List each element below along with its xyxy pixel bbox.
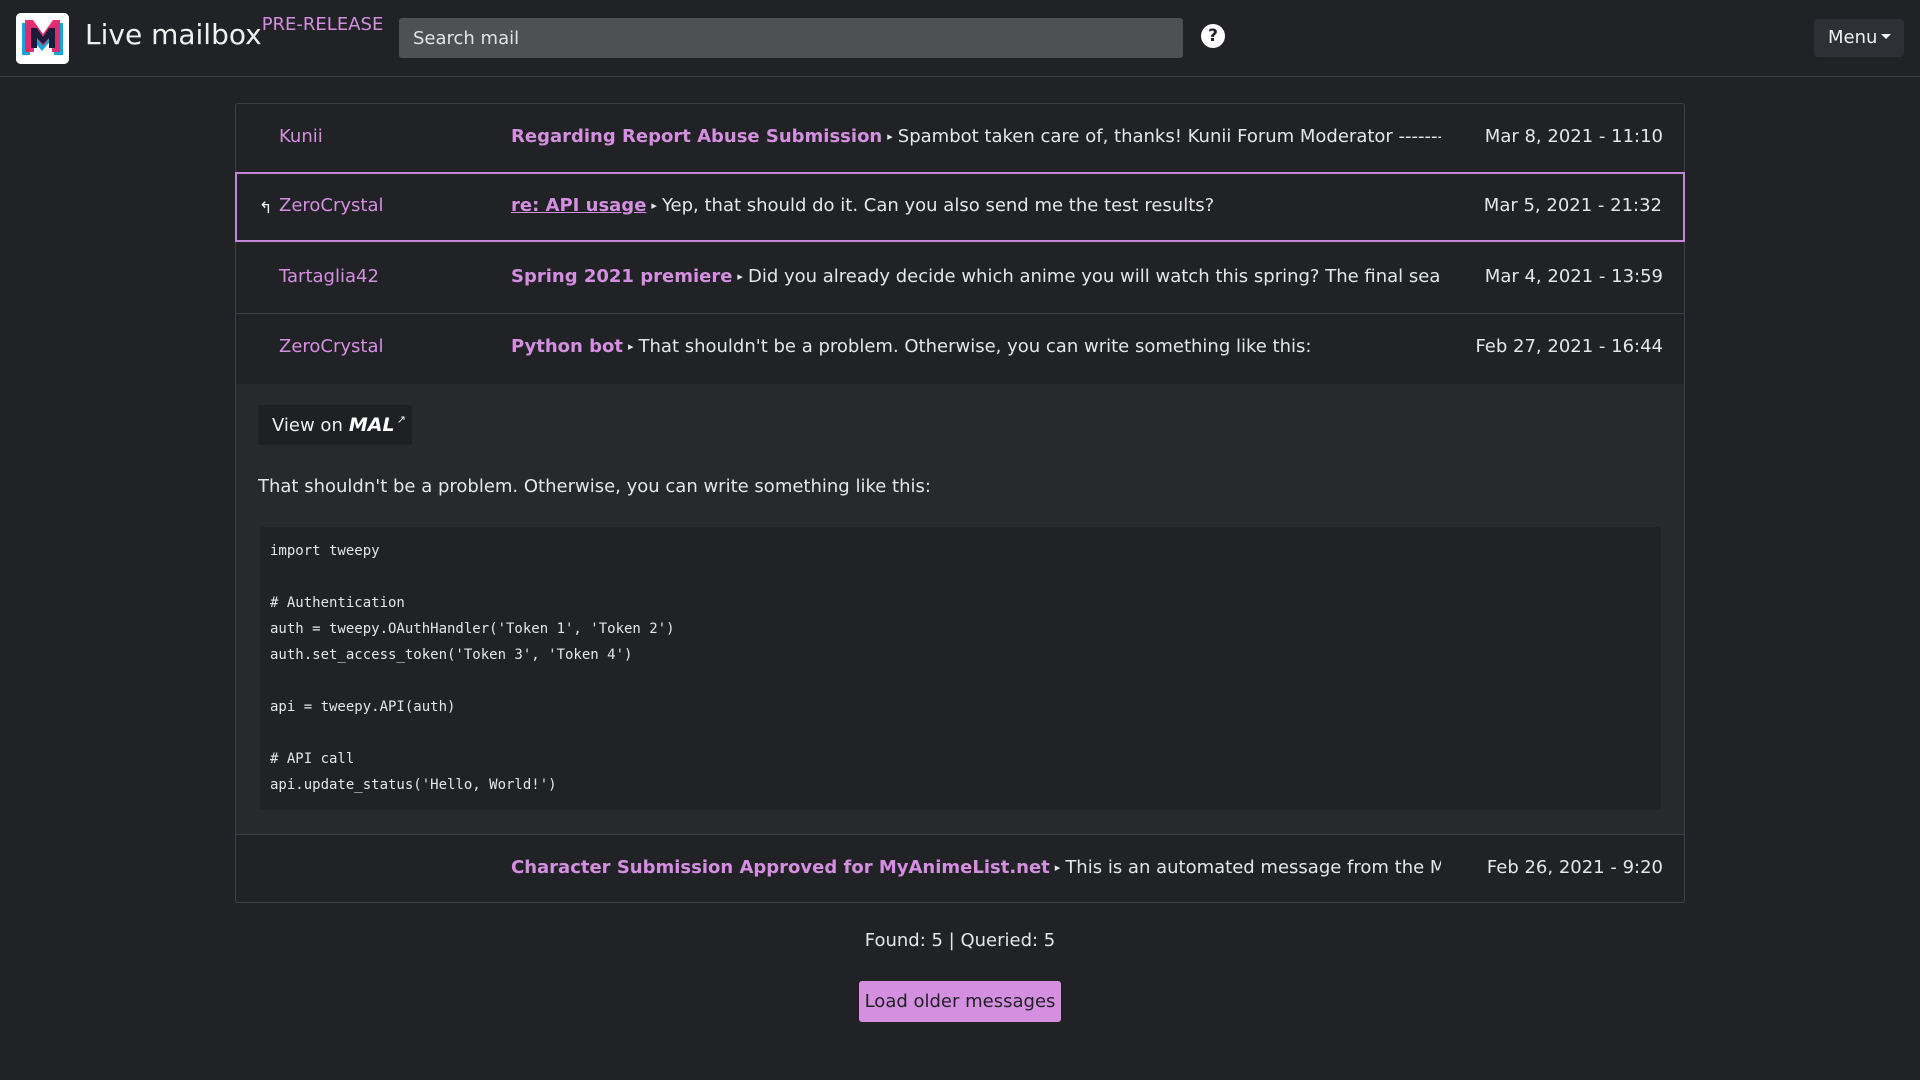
mail-sender: Kunii xyxy=(279,126,323,147)
mail-row[interactable]: Tartaglia42 Spring 2021 premiere ▸ Did you… xyxy=(236,244,1684,314)
external-link-icon: ↗ xyxy=(396,413,406,426)
message-text: That shouldn't be a problem. Otherwise, … xyxy=(258,476,931,497)
mail-row[interactable]: Character Submission Approved for MyAnim… xyxy=(236,835,1684,905)
separator-triangle-icon: ▸ xyxy=(651,199,657,212)
mal-logo: MAL xyxy=(348,414,395,436)
mail-preview: Did you already decide which anime you w… xyxy=(747,266,1441,287)
result-counts: Found: 5 | Queried: 5 xyxy=(864,930,1056,951)
load-older-messages-button[interactable]: Load older messages xyxy=(859,981,1061,1022)
code-block: import tweepy # Authentication auth = tw… xyxy=(260,527,1661,810)
separator-triangle-icon: ▸ xyxy=(627,340,634,353)
app-logo-icon[interactable] xyxy=(16,13,69,64)
brand-name: Live mailbox xyxy=(85,18,262,51)
mail-sender: ZeroCrystal xyxy=(279,336,384,357)
mail-preview: Yep, that should do it. Can you also sen… xyxy=(661,195,1215,216)
mail-subject: Regarding Report Abuse Submission xyxy=(511,126,883,147)
mail-row-selected[interactable]: ↰ ZeroCrystal re: API usage ▸ Yep, that sh… xyxy=(235,172,1685,242)
mail-date: Mar 5, 2021 - 21:32 xyxy=(1483,195,1662,216)
mail-preview: That shouldn't be a problem. Otherwise, … xyxy=(638,336,1312,357)
mail-summary: Regarding Report Abuse Submission ▸ Spambo… xyxy=(511,126,1441,147)
mail-preview: This is an automated message from the My… xyxy=(1065,857,1441,878)
mail-subject: Spring 2021 premiere xyxy=(511,266,733,287)
mail-summary: Character Submission Approved for MyAnim… xyxy=(511,857,1441,878)
view-on-mal-button[interactable]: View on MAL ↗ xyxy=(258,405,412,445)
mail-date: Mar 8, 2021 - 11:10 xyxy=(1484,126,1663,147)
code-content: import tweepy # Authentication auth = tw… xyxy=(270,543,675,793)
question-circle-icon[interactable]: ? xyxy=(1201,24,1225,48)
navbar: Live mailboxPRE-RELEASE ? Menu xyxy=(0,0,1920,77)
separator-triangle-icon: ▸ xyxy=(737,270,743,283)
search-input[interactable] xyxy=(399,18,1183,58)
mail-subject: Python bot xyxy=(511,336,623,357)
mail-date: Mar 4, 2021 - 13:59 xyxy=(1484,266,1663,287)
mail-preview: Spambot taken care of, thanks! Kunii For… xyxy=(897,126,1441,147)
mail-sender: ZeroCrystal xyxy=(279,195,384,216)
menu-label: Menu xyxy=(1828,27,1878,48)
message-body-panel: View on MAL ↗ That shouldn't be a problem.… xyxy=(236,384,1684,835)
mail-list: Kunii Regarding Report Abuse Submission ▸… xyxy=(235,103,1685,903)
mail-summary: re: API usage ▸ Yep, that should do it. Ca… xyxy=(511,195,1441,216)
mail-row[interactable]: Kunii Regarding Report Abuse Submission ▸… xyxy=(236,104,1684,174)
mail-row-expanded[interactable]: ZeroCrystal Python bot ▸ That shouldn't be… xyxy=(236,314,1684,384)
caret-down-icon xyxy=(1881,33,1892,39)
mail-sender: Tartaglia42 xyxy=(279,266,379,287)
mail-summary: Python bot ▸ That shouldn't be a problem. … xyxy=(511,336,1441,357)
app-title: Live mailboxPRE-RELEASE xyxy=(85,14,383,51)
mail-subject: Character Submission Approved for MyAnim… xyxy=(511,857,1050,878)
separator-triangle-icon: ▸ xyxy=(1054,861,1061,874)
mail-date: Feb 26, 2021 - 9:20 xyxy=(1486,857,1663,878)
mail-subject: re: API usage xyxy=(511,195,647,216)
view-on-label: View on xyxy=(272,415,343,436)
pre-release-badge: PRE-RELEASE xyxy=(261,14,384,35)
mail-date: Feb 27, 2021 - 16:44 xyxy=(1475,336,1663,357)
mail-summary: Spring 2021 premiere ▸ Did you already dec… xyxy=(511,266,1441,287)
reply-arrow-icon: ↰ xyxy=(259,198,273,217)
menu-button[interactable]: Menu xyxy=(1814,19,1904,57)
separator-triangle-icon: ▸ xyxy=(887,130,893,143)
